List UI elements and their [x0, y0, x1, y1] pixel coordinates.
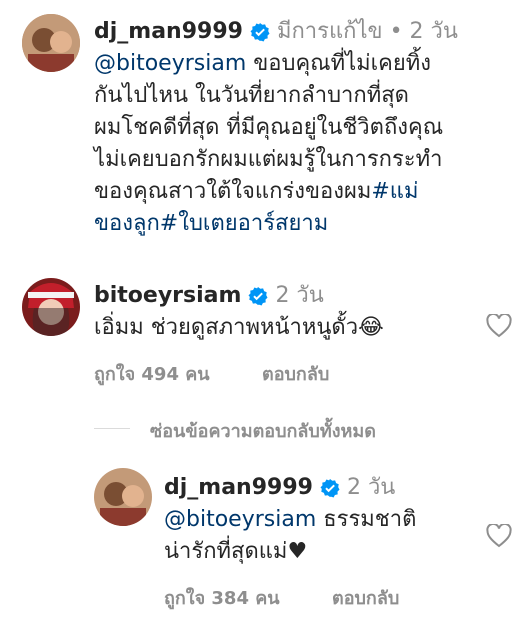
comment-text-line: น่ารักที่สุดแม่♥: [164, 536, 307, 568]
divider-line: [94, 428, 130, 429]
timestamp[interactable]: 2 วัน: [275, 283, 323, 308]
comment-text: เอิ่มม ช่วยดูสภาพหน้าหนูดั้ว: [94, 315, 359, 340]
separator-dot: •: [389, 19, 403, 44]
verified-badge-icon: [248, 287, 268, 306]
hashtag-link[interactable]: #แม่: [371, 179, 418, 204]
timestamp[interactable]: 2 วัน: [347, 475, 395, 500]
mention-link[interactable]: @bitoeyrsiam: [94, 51, 246, 76]
verified-badge-icon: [320, 479, 340, 498]
avatar-dj-man9999[interactable]: [22, 14, 80, 72]
comment-text-line: ไม่เคยบอกรักผมแต่ผมรู้ในการกระทำ: [94, 147, 443, 172]
verified-badge-icon: [250, 23, 270, 42]
username[interactable]: bitoeyrsiam: [94, 283, 241, 308]
hide-replies-button[interactable]: ซ่อนข้อความตอบกลับทั้งหมด: [150, 416, 376, 445]
like-heart-icon[interactable]: [486, 314, 512, 338]
comment-text-line: กันไปไหน ในวันที่ยากลำบากที่สุด: [94, 83, 409, 108]
laughing-emoji: 😂: [358, 315, 384, 340]
comment-header: bitoeyrsiam 2 วัน: [94, 280, 324, 312]
comment-header: dj_man9999 2 วัน: [164, 472, 395, 504]
username[interactable]: dj_man9999: [94, 19, 243, 44]
comment-text: ขอบคุณที่ไม่เคยทิ้ง: [246, 51, 432, 76]
comment-text: น่ารักที่สุดแม่: [164, 539, 288, 564]
comment-text-line: เอิ่มม ช่วยดูสภาพหน้าหนูดั้ว😂: [94, 312, 384, 344]
avatar-image: [22, 278, 80, 336]
avatar-image: [94, 468, 152, 526]
hashtag-link[interactable]: ของลูก#ใบเตยอาร์สยาม: [94, 211, 328, 236]
comment-text-line: ของคุณสาวใต้ใจแกร่งของผม#แม่: [94, 176, 419, 208]
comment-text-line: @bitoeyrsiam ขอบคุณที่ไม่เคยทิ้ง: [94, 48, 431, 80]
avatar-image: [22, 14, 80, 72]
timestamp[interactable]: 2 วัน: [410, 19, 458, 44]
mention-link[interactable]: @bitoeyrsiam: [164, 507, 316, 532]
comment-text: ของคุณสาวใต้ใจแกร่งของผม: [94, 179, 372, 204]
comment-text-line: @bitoeyrsiam ธรรมชาติ: [164, 504, 416, 536]
black-heart-emoji: ♥: [287, 539, 308, 564]
edited-label: มีการแก้ไข: [276, 19, 383, 44]
comment-header: dj_man9999 มีการแก้ไข • 2 วัน: [94, 16, 458, 48]
reply-button[interactable]: ตอบกลับ: [332, 583, 399, 612]
like-heart-icon[interactable]: [486, 524, 512, 548]
reply-button[interactable]: ตอบกลับ: [262, 359, 329, 388]
like-count[interactable]: ถูกใจ 384 คน: [164, 583, 280, 612]
like-count[interactable]: ถูกใจ 494 คน: [94, 359, 210, 388]
username[interactable]: dj_man9999: [164, 475, 313, 500]
avatar-dj-man9999[interactable]: [94, 468, 152, 526]
comment-text-line: ของลูก#ใบเตยอาร์สยาม: [94, 208, 328, 240]
comment-text-line: ผมโชคดีที่สุด ที่มีคุณอยู่ในชีวิตถึงคุณ: [94, 115, 444, 140]
avatar-bitoeyrsiam[interactable]: [22, 278, 80, 336]
comment-text: ธรรมชาติ: [316, 507, 417, 532]
